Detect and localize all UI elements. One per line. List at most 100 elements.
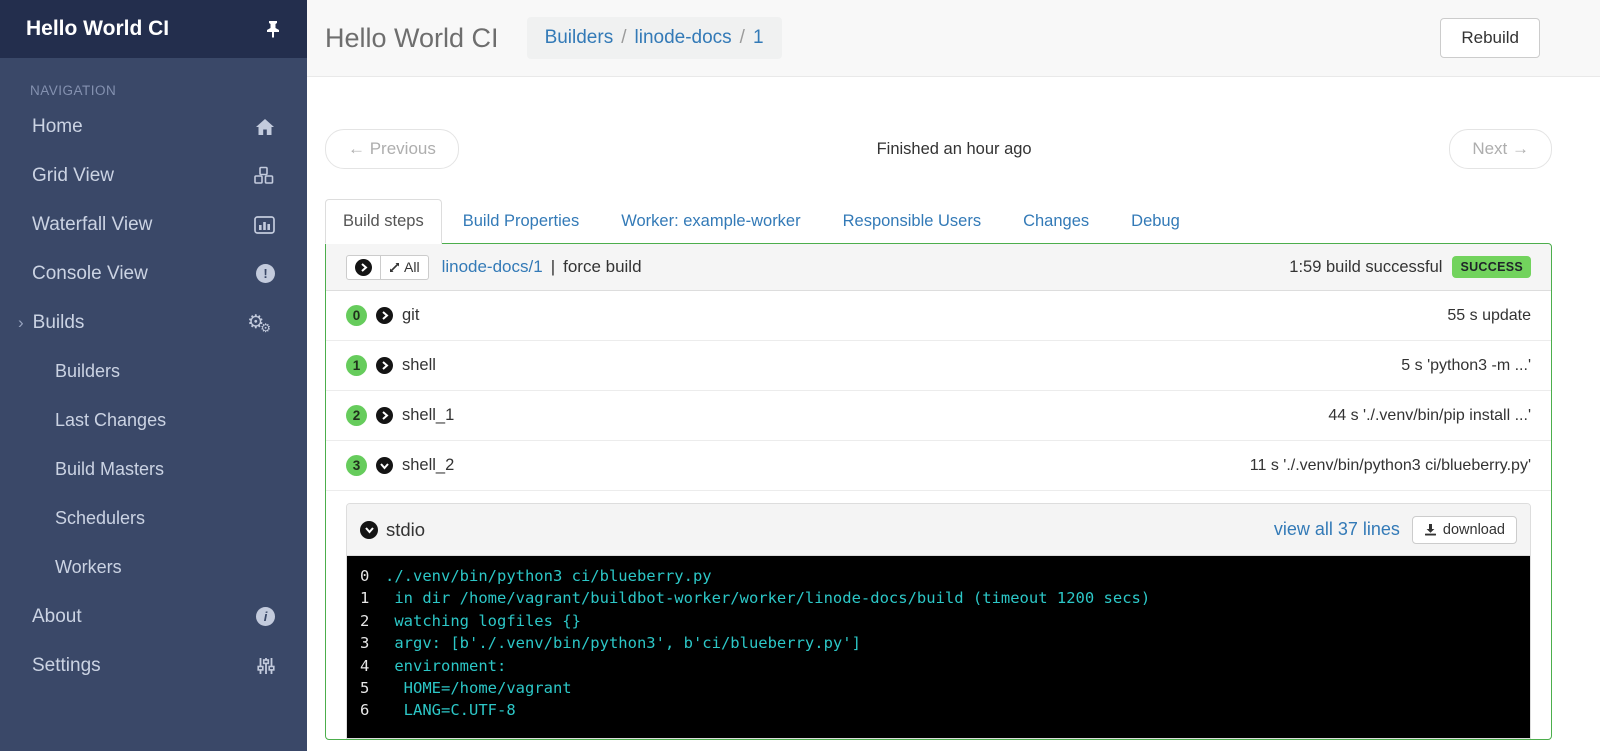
sidebar-item-home[interactable]: Home: [0, 102, 307, 151]
line-number: 4: [360, 656, 370, 675]
chevron-right-circle-icon[interactable]: [376, 307, 393, 324]
app-title: Hello World CI: [26, 17, 170, 40]
stdio-line: 2 watching logfiles {}: [360, 610, 1530, 632]
build-tabs: Build steps Build Properties Worker: exa…: [325, 199, 1552, 244]
line-text: ./.venv/bin/python3 ci/blueberry.py: [385, 567, 712, 585]
step-number-badge: 1: [346, 355, 367, 376]
stdio-line: 5 HOME=/home/vagrant: [360, 677, 1530, 699]
breadcrumb-build-number-link[interactable]: 1: [753, 27, 764, 49]
sidebar-subitem-label: Workers: [55, 557, 122, 577]
collapse-toggle-button[interactable]: [346, 254, 381, 280]
expand-arrows-icon: [390, 262, 399, 272]
download-button[interactable]: download: [1411, 515, 1517, 544]
line-number: 0: [360, 567, 370, 585]
chevron-down-circle-icon[interactable]: [360, 520, 378, 539]
chevron-right-circle-icon[interactable]: [376, 357, 393, 374]
build-finished-status: Finished an hour ago: [876, 139, 1032, 158]
sidebar-subitem-label: Last Changes: [55, 410, 167, 430]
sidebar-header: Hello World CI: [0, 0, 307, 58]
breadcrumb: Builders / linode-docs / 1: [526, 17, 782, 59]
line-text: argv: [b'./.venv/bin/python3', b'ci/blue…: [385, 634, 861, 653]
step-row-shell[interactable]: 1 shell 5 s 'python3 -m ...': [326, 341, 1551, 391]
next-build-button[interactable]: Next →: [1449, 129, 1552, 169]
sidebar-item-label: Waterfall View: [32, 213, 153, 235]
sidebar-item-builders[interactable]: Builders: [0, 347, 307, 396]
sidebar-item-label: Settings: [32, 654, 101, 676]
breadcrumb-separator: /: [621, 27, 627, 48]
sidebar-item-schedulers[interactable]: Schedulers: [0, 494, 307, 543]
tab-responsible-users[interactable]: Responsible Users: [822, 200, 1002, 243]
rebuild-button[interactable]: Rebuild: [1440, 18, 1540, 58]
breadcrumb-builders-link[interactable]: Builders: [545, 27, 614, 49]
line-text: watching logfiles {}: [385, 611, 581, 630]
view-all-lines-link[interactable]: view all 37 lines: [1274, 519, 1400, 540]
sidebar-item-builds[interactable]: › Builds ⚙ ⚙: [0, 298, 307, 347]
top-header-bar: Hello World CI Builders / linode-docs / …: [307, 0, 1600, 77]
chevron-right-circle-icon: [355, 258, 372, 276]
step-name: git: [402, 306, 420, 324]
success-badge: SUCCESS: [1452, 256, 1531, 278]
sidebar-item-build-masters[interactable]: Build Masters: [0, 445, 307, 494]
step-number-badge: 0: [346, 305, 367, 326]
step-detail: 5 s 'python3 -m ...': [1401, 356, 1531, 374]
sidebar-item-about[interactable]: About i: [0, 592, 307, 641]
sidebar-item-label: Home: [32, 115, 83, 137]
cubes-icon: [253, 166, 275, 185]
step-row-shell-1[interactable]: 2 shell_1 44 s './.venv/bin/pip install …: [326, 391, 1551, 441]
stdio-line: 1 in dir /home/vagrant/buildbot-worker/w…: [360, 587, 1530, 609]
sliders-icon: [257, 657, 275, 675]
sidebar-item-label: Console View: [32, 262, 148, 284]
build-reason: force build: [563, 257, 642, 276]
line-text: in dir /home/vagrant/buildbot-worker/wor…: [385, 589, 1151, 608]
tab-build-steps[interactable]: Build steps: [325, 199, 442, 244]
expand-all-button[interactable]: All: [381, 254, 429, 280]
previous-build-button[interactable]: ← Previous: [325, 129, 459, 169]
sidebar-item-settings[interactable]: Settings: [0, 641, 307, 690]
info-circle-icon: i: [256, 607, 275, 626]
line-number: 6: [360, 701, 370, 720]
sidebar-item-console-view[interactable]: Console View !: [0, 249, 307, 298]
sidebar-item-last-changes[interactable]: Last Changes: [0, 396, 307, 445]
line-number: 3: [360, 634, 370, 653]
step-row-shell-2[interactable]: 3 shell_2 11 s './.venv/bin/python3 ci/b…: [326, 441, 1551, 491]
page-title: Hello World CI: [325, 22, 499, 53]
pin-icon[interactable]: [265, 20, 281, 38]
step-name: shell: [402, 356, 436, 374]
step-name: shell_1: [402, 406, 455, 424]
tab-worker[interactable]: Worker: example-worker: [600, 200, 821, 243]
chevron-down-circle-icon[interactable]: [376, 457, 393, 474]
sidebar-item-workers[interactable]: Workers: [0, 543, 307, 592]
download-icon: [1424, 524, 1436, 536]
reason-separator: |: [550, 257, 556, 276]
stdio-line: 0 ./.venv/bin/python3 ci/blueberry.py: [360, 565, 1530, 587]
download-label: download: [1442, 521, 1505, 538]
stdio-terminal[interactable]: 0 ./.venv/bin/python3 ci/blueberry.py 1 i…: [347, 556, 1530, 738]
tab-changes[interactable]: Changes: [1002, 200, 1110, 243]
step-row-git[interactable]: 0 git 55 s update: [326, 291, 1551, 341]
tab-debug[interactable]: Debug: [1110, 200, 1201, 243]
step-number-badge: 3: [346, 455, 367, 476]
step-name: shell_2: [402, 456, 455, 474]
expand-all-label: All: [404, 259, 420, 275]
stdio-log-panel: stdio view all 37 lines download 0 ./.ven…: [346, 503, 1531, 739]
step-detail: 11 s './.venv/bin/python3 ci/blueberry.p…: [1249, 456, 1531, 474]
stdio-line: 6 LANG=C.UTF-8: [360, 699, 1530, 721]
sidebar-item-label: About: [32, 605, 82, 627]
builder-build-link[interactable]: linode-docs/1: [442, 257, 543, 277]
sidebar-item-label: Grid View: [32, 164, 115, 186]
expand-controls: All: [346, 254, 429, 280]
build-duration-status: 1:59 build successful: [1289, 257, 1443, 276]
line-text: environment:: [385, 656, 507, 675]
sidebar-item-grid-view[interactable]: Grid View: [0, 151, 307, 200]
chevron-right-icon: ›: [18, 312, 24, 332]
breadcrumb-builder-link[interactable]: linode-docs: [635, 27, 732, 49]
sidebar: Hello World CI NAVIGATION Home Grid View…: [0, 0, 307, 751]
sidebar-item-label: Builds: [32, 311, 85, 333]
tab-build-properties[interactable]: Build Properties: [442, 200, 600, 243]
content: ← Previous Finished an hour ago Next → B…: [307, 129, 1600, 740]
stdio-header: stdio view all 37 lines download: [347, 504, 1530, 556]
chevron-right-circle-icon[interactable]: [376, 407, 393, 424]
sidebar-item-waterfall-view[interactable]: Waterfall View: [0, 200, 307, 249]
build-pager: ← Previous Finished an hour ago Next →: [325, 129, 1552, 169]
step-detail: 44 s './.venv/bin/pip install ...': [1328, 406, 1531, 424]
